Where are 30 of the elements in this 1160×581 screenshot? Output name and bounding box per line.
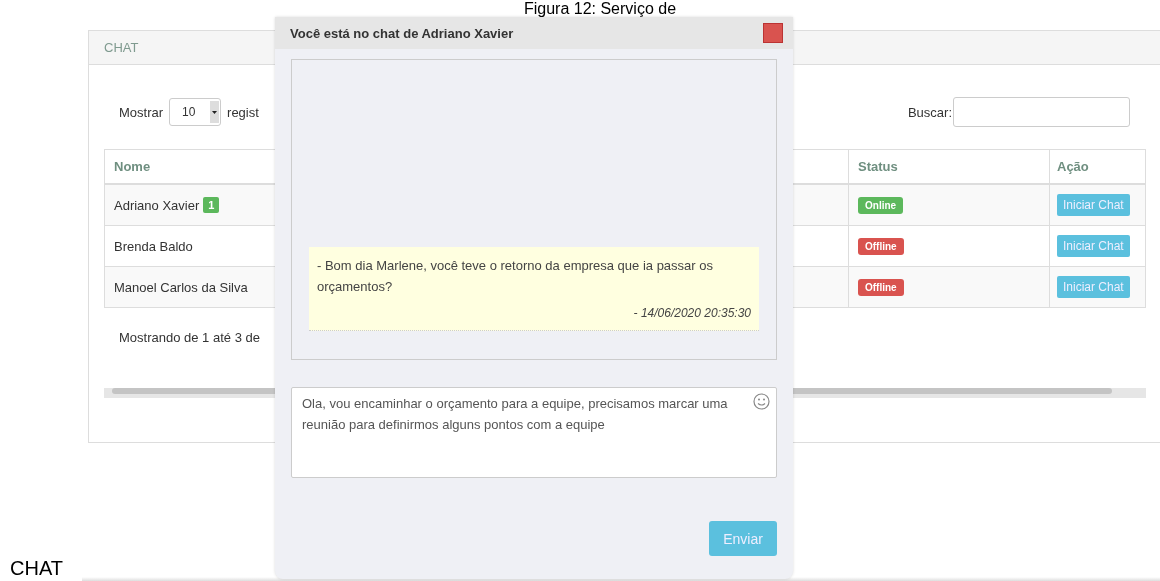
contact-name: Manoel Carlos da Silva (114, 279, 248, 295)
start-chat-button[interactable]: Iniciar Chat (1057, 276, 1130, 298)
page-size-select[interactable]: 10 (169, 98, 222, 126)
column-header: Ação (1049, 150, 1145, 183)
message-time: - 14/06/2020 20:35:30 (632, 306, 751, 320)
status-badge: Offline (858, 278, 904, 296)
column-header: Status (848, 150, 1049, 183)
start-chat-button[interactable]: Iniciar Chat (1057, 194, 1130, 216)
contact-name: Brenda Baldo (114, 238, 193, 254)
status-badge: Offline (858, 237, 904, 255)
figure-caption: Figura 12: Serviço de (523, 0, 677, 17)
start-chat-button[interactable]: Iniciar Chat (1057, 235, 1130, 257)
search-field[interactable] (953, 97, 1130, 127)
caret-icon (210, 101, 220, 123)
panel-title: CHAT (104, 40, 139, 55)
section-caption: CHAT (10, 557, 63, 580)
message-text: - Bom dia Marlene, você teve o retorno da empresa que ia passar os orçamentos? (317, 257, 714, 296)
records-label: regist (227, 104, 259, 120)
smiley-icon[interactable] (753, 393, 770, 410)
search-label: Buscar: (907, 104, 952, 120)
send-button[interactable]: Enviar (709, 521, 777, 556)
message-field[interactable]: Ola, vou encaminhar o orçamento para a equipe, precisamos marcar uma reunião para definirmos alguns pontos com a equipe (291, 387, 777, 478)
contact-name: Adriano Xavier (114, 197, 200, 213)
close-button[interactable] (763, 23, 783, 43)
column-header: Nome (113, 158, 152, 176)
table-info: Mostrando de 1 até 3 de (118, 330, 261, 347)
unread-badge: 1 (203, 197, 220, 213)
show-label: Mostrar (119, 104, 164, 120)
dialog-title: Você está no chat de Adriano Xavier (290, 25, 514, 41)
status-badge: Online (858, 196, 904, 214)
